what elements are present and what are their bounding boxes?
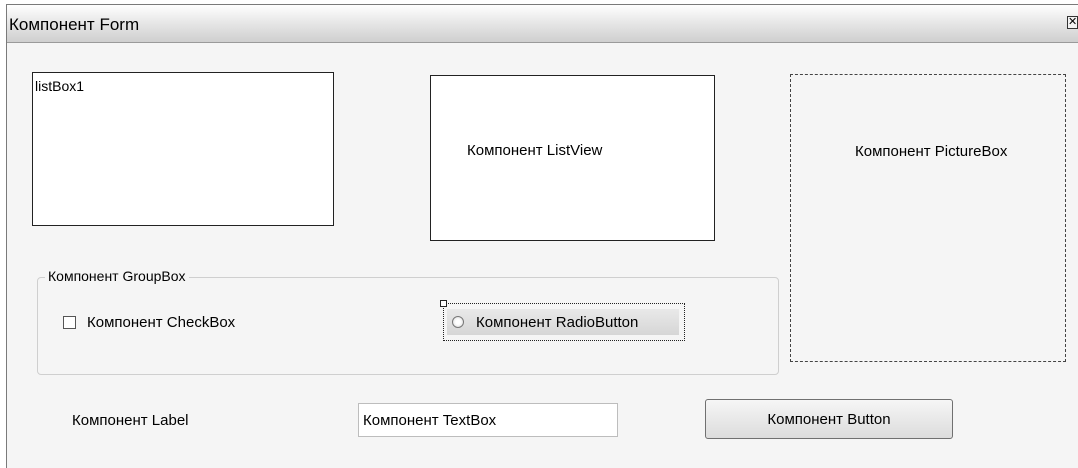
list-item[interactable]: listBox1	[35, 78, 84, 94]
group-box-caption: Компонент GroupBox	[45, 268, 189, 284]
list-box[interactable]: listBox1	[32, 72, 334, 226]
radio-selection-frame: Компонент RadioButton	[440, 300, 685, 341]
list-view-caption: Компонент ListView	[467, 142, 603, 159]
resize-handle-icon[interactable]	[440, 300, 447, 307]
form-client-area: listBox1 Компонент ListView Компонент Pi…	[7, 43, 1078, 468]
picture-box-caption: Компонент PictureBox	[855, 143, 1008, 160]
list-view[interactable]: Компонент ListView	[430, 75, 715, 241]
group-box: Компонент GroupBox Компонент CheckBox Ко…	[37, 268, 779, 375]
text-box[interactable]	[358, 403, 618, 437]
radio-circle-icon[interactable]	[452, 316, 464, 328]
radio-button[interactable]: Компонент RadioButton	[447, 309, 679, 335]
check-box-label[interactable]: Компонент CheckBox	[87, 314, 235, 331]
form-button[interactable]: Компонент Button	[705, 399, 953, 439]
title-bar[interactable]: Компонент Form ✕	[7, 5, 1078, 43]
form-window: Компонент Form ✕ listBox1 Компонент List…	[6, 4, 1078, 468]
window-title: Компонент Form	[9, 15, 140, 34]
radio-button-label[interactable]: Компонент RadioButton	[476, 314, 638, 331]
checkbox-square-icon[interactable]	[63, 316, 76, 329]
picture-box: Компонент PictureBox	[790, 74, 1066, 362]
close-icon[interactable]: ✕	[1067, 16, 1078, 29]
label: Компонент Label	[72, 412, 189, 429]
check-box[interactable]: Компонент CheckBox	[63, 314, 235, 331]
